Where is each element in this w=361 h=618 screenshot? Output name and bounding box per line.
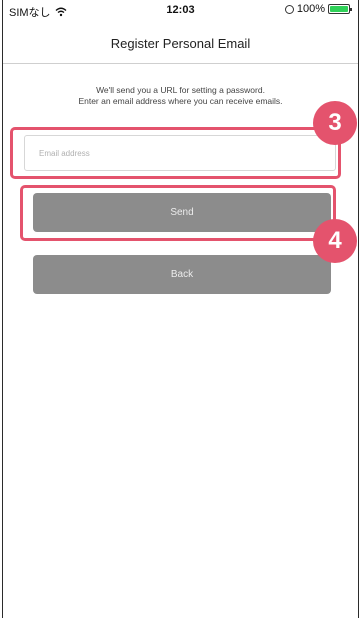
- battery-group: 100%: [284, 3, 352, 15]
- status-bar: SIMなし 12:03 100%: [3, 0, 358, 20]
- battery-percent: 100%: [296, 3, 325, 15]
- instructions-text: We'll send you a URL for setting a passw…: [3, 85, 358, 107]
- callout-highlight-send: [20, 185, 336, 241]
- callout-badge-step-3: 3: [313, 101, 357, 145]
- back-button[interactable]: Back: [33, 255, 331, 294]
- navigation-bar: Register Personal Email: [3, 20, 358, 64]
- page-title: Register Personal Email: [110, 36, 251, 51]
- callout-highlight-email: [10, 127, 341, 179]
- callout-badge-step-4: 4: [313, 219, 357, 263]
- phone-screen: SIMなし 12:03 100% Register Personal Email…: [2, 0, 359, 618]
- battery-level-fill: [330, 6, 348, 12]
- orientation-lock-icon: [284, 4, 294, 14]
- battery-icon: [328, 4, 352, 14]
- instructions-line-2: Enter an email address where you can rec…: [78, 96, 283, 106]
- instructions-line-1: We'll send you a URL for setting a passw…: [96, 85, 265, 95]
